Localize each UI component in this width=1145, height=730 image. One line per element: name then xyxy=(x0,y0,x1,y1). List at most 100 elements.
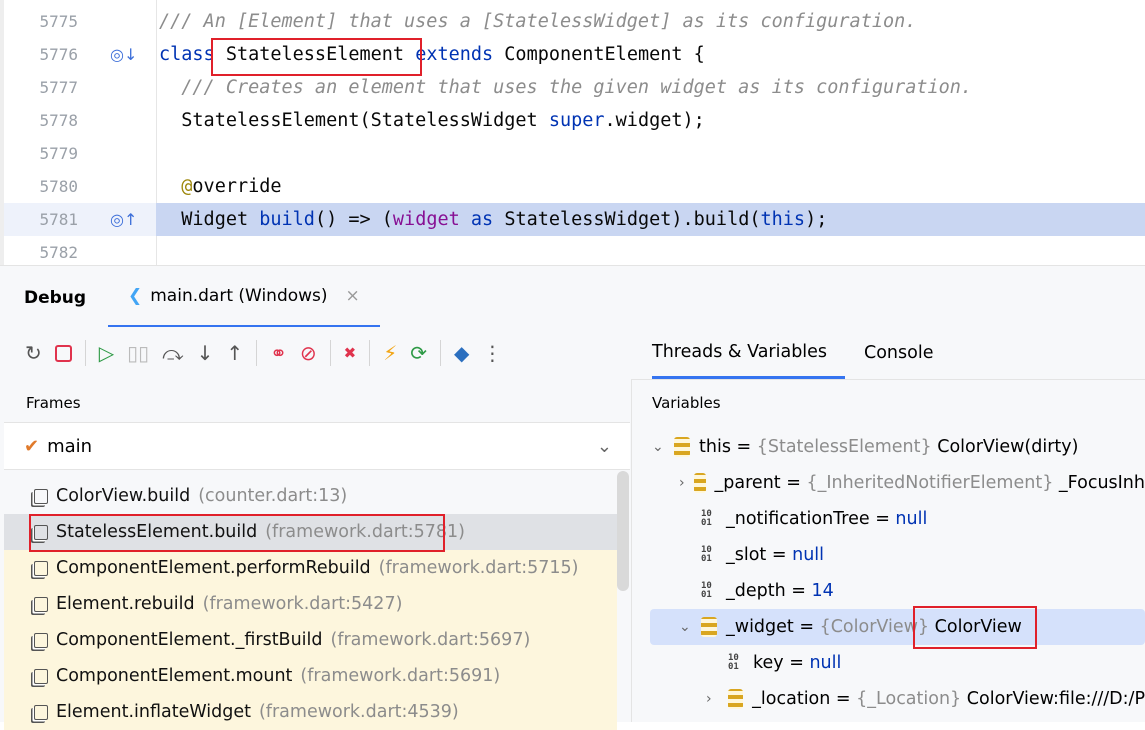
var-name: key xyxy=(753,653,784,673)
code-token: ComponentElement { xyxy=(504,44,705,65)
frame-icon xyxy=(34,488,48,504)
override-down-icon[interactable]: ◎↓ xyxy=(110,45,137,64)
var-name: _location xyxy=(752,689,831,709)
frame-name: ComponentElement._firstBuild xyxy=(56,630,323,650)
code-line[interactable]: 5780 @override xyxy=(4,170,1145,203)
code-token: @ xyxy=(159,176,193,197)
code-token: StatelessWidget).build( xyxy=(504,209,761,230)
line-number[interactable]: 5780 xyxy=(4,177,78,196)
frames-scrollbar[interactable] xyxy=(617,471,629,591)
code-text: StatelessElement(StatelessWidget super.w… xyxy=(159,110,705,131)
view-breakpoints-icon[interactable]: ⚭ xyxy=(270,341,287,365)
rerun-debug-icon[interactable]: ↻ xyxy=(25,341,42,365)
frame-item[interactable]: Element.rebuild (framework.dart:5427) xyxy=(4,586,617,622)
primitive-icon: 10 01 xyxy=(701,509,712,528)
tab-threads-variables[interactable]: Threads & Variables xyxy=(652,327,845,379)
frame-item[interactable]: Element.inflateWidget (framework.dart:453… xyxy=(4,694,617,730)
frame-icon xyxy=(34,560,48,576)
code-token: /// Creates an element that uses the giv… xyxy=(159,77,973,98)
code-token: extends xyxy=(415,44,505,65)
var-name: _widget xyxy=(726,617,794,637)
variable-row[interactable]: ⌄ this = {StatelessElement} ColorView(dir… xyxy=(632,429,1145,465)
hot-restart-icon[interactable]: ⟳ xyxy=(410,341,427,365)
frames-panel: Frames ✔ main ⌄ ColorView.build (counter.… xyxy=(0,379,632,730)
var-type: {_Location} xyxy=(856,689,962,709)
variable-row[interactable]: 10 01 _slot = null xyxy=(632,537,1145,573)
frame-icon xyxy=(34,596,48,612)
thread-selector[interactable]: ✔ main ⌄ xyxy=(4,422,630,470)
stop-icon[interactable] xyxy=(54,344,72,362)
variable-row[interactable]: › _parent = {_InheritedNotifierElement} _… xyxy=(632,465,1145,501)
chevron-down-icon[interactable]: ⌄ xyxy=(652,439,674,455)
variables-panel: Threads & Variables Console Variables ⌄ t… xyxy=(632,327,1145,722)
var-name: _slot xyxy=(726,545,767,565)
hot-reload-icon[interactable]: ⚡ xyxy=(383,341,397,365)
code-text: /// Creates an element that uses the giv… xyxy=(159,77,972,98)
step-into-icon[interactable]: ↓ xyxy=(197,341,214,365)
chevron-right-icon[interactable]: › xyxy=(679,475,694,491)
var-name: _notificationTree xyxy=(726,509,870,529)
variable-row[interactable]: 10 01 _depth = 14 xyxy=(632,573,1145,609)
code-line[interactable]: 5777 /// Creates an element that uses th… xyxy=(4,71,1145,104)
resume-icon[interactable]: ▷ xyxy=(99,341,114,365)
code-line[interactable]: 5779 xyxy=(4,137,1145,170)
flutter-icon: ❮ xyxy=(128,285,143,306)
var-name: _parent xyxy=(714,473,781,493)
code-text: /// An [Element] that uses a [StatelessW… xyxy=(159,11,916,32)
tab-console[interactable]: Console xyxy=(864,327,933,379)
frame-item[interactable]: ColorView.build (counter.dart:13) xyxy=(4,478,617,514)
frame-location: (framework.dart:5427) xyxy=(202,594,403,614)
mute-breakpoints-icon[interactable]: ⊘ xyxy=(300,341,317,365)
variable-row[interactable]: › _location = {_Location} ColorView:file:… xyxy=(632,681,1145,717)
code-line[interactable]: 5781 ◎↑ Widget build() => (widget as Stat… xyxy=(4,203,1145,236)
override-up-icon[interactable]: ◎↑ xyxy=(110,210,137,229)
frames-header: Frames xyxy=(26,394,81,412)
code-token: this xyxy=(760,209,806,230)
close-icon[interactable]: × xyxy=(346,286,360,306)
line-number[interactable]: 5777 xyxy=(4,78,78,97)
tab-label: Threads & Variables xyxy=(652,341,828,362)
chevron-down-icon: ⌄ xyxy=(596,435,612,457)
var-value: _FocusInh xyxy=(1058,473,1145,493)
frame-location: (framework.dart:5715) xyxy=(378,558,579,578)
frame-location: (counter.dart:13) xyxy=(198,486,348,506)
check-icon: ✔ xyxy=(24,435,40,457)
line-number[interactable]: 5775 xyxy=(4,12,78,31)
line-number[interactable]: 5778 xyxy=(4,111,78,130)
step-over-icon[interactable]: ⤼ xyxy=(162,341,183,365)
frame-location: (framework.dart:5697) xyxy=(330,630,531,650)
code-token: build xyxy=(259,209,315,230)
code-line[interactable]: 5776 ◎↓ class StatelessElement extends Com… xyxy=(4,38,1145,71)
code-text: @override xyxy=(159,176,281,197)
object-icon xyxy=(701,617,717,637)
frame-item[interactable]: ComponentElement.mount (framework.dart:56… xyxy=(4,658,617,694)
frame-item[interactable]: ComponentElement.performRebuild (framewor… xyxy=(4,550,617,586)
chevron-right-icon[interactable]: › xyxy=(706,691,728,707)
code-line[interactable]: 5775 /// An [Element] that uses a [Statel… xyxy=(4,5,1145,38)
line-number[interactable]: 5782 xyxy=(4,243,78,262)
var-name: _depth xyxy=(726,581,786,601)
primitive-icon: 10 01 xyxy=(701,581,712,600)
more-icon[interactable]: ⋮ xyxy=(482,341,502,365)
frame-name: Element.inflateWidget xyxy=(56,702,251,722)
frame-name: ComponentElement.performRebuild xyxy=(56,558,371,578)
var-value: 14 xyxy=(811,581,834,601)
pause-icon[interactable]: ▯▯ xyxy=(127,341,149,365)
line-number[interactable]: 5781 xyxy=(4,210,78,229)
variable-row[interactable]: 10 01 key = null xyxy=(632,645,1145,681)
chevron-down-icon[interactable]: ⌄ xyxy=(679,619,701,635)
frame-item[interactable]: ComponentElement._firstBuild (framework.d… xyxy=(4,622,617,658)
line-number[interactable]: 5779 xyxy=(4,144,78,163)
step-out-icon[interactable]: ↑ xyxy=(226,341,243,365)
tab-main-dart[interactable]: ❮ main.dart (Windows) × xyxy=(108,266,380,328)
var-value: null xyxy=(792,545,825,565)
variable-row[interactable]: ⌄ _widget = {ColorView} ColorView xyxy=(650,609,1145,645)
code-line[interactable]: 5778 StatelessElement(StatelessWidget su… xyxy=(4,104,1145,137)
dart-devtools-icon[interactable]: ◆ xyxy=(454,341,469,365)
variable-row[interactable]: 10 01 _notificationTree = null xyxy=(632,501,1145,537)
object-icon xyxy=(694,473,706,493)
code-token: StatelessElement(StatelessWidget xyxy=(159,110,549,131)
line-number[interactable]: 5776 xyxy=(4,45,78,64)
drop-frame-icon[interactable]: ✖ xyxy=(344,344,357,362)
code-editor[interactable]: 5775 /// An [Element] that uses a [Statel… xyxy=(0,0,1145,265)
